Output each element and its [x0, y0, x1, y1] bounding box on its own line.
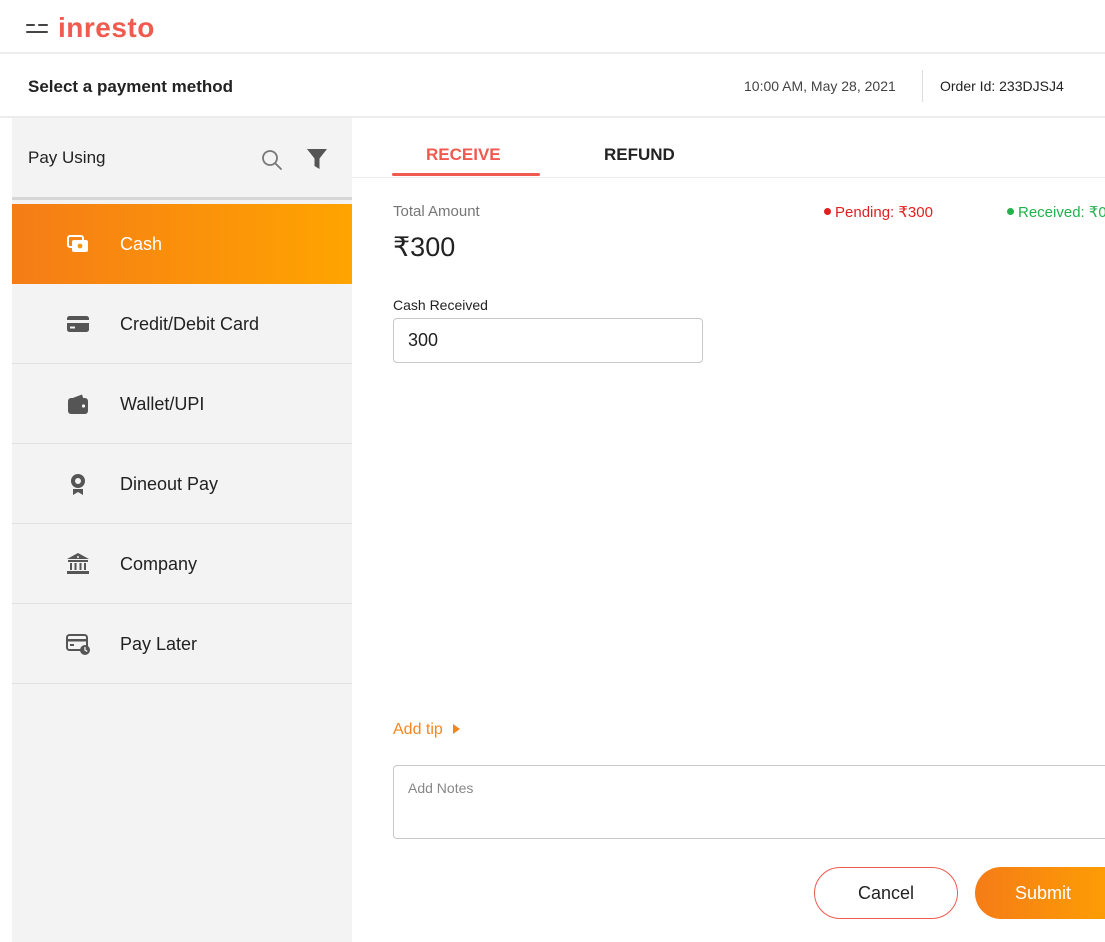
sidebar-item-label: Cash: [120, 234, 163, 254]
sidebar-item-label: Dineout Pay: [120, 474, 219, 494]
order-datetime: 10:00 AM, May 28, 2021: [744, 78, 896, 94]
submit-button[interactable]: Submit: [975, 867, 1105, 919]
search-icon[interactable]: [260, 148, 284, 172]
sidebar-item-card[interactable]: Credit/Debit Card: [12, 284, 352, 364]
dineout-icon: [71, 474, 85, 495]
tab-refund[interactable]: REFUND: [604, 145, 675, 165]
brand-logo: inresto: [58, 12, 155, 43]
sidebar-title: Pay Using: [28, 148, 106, 167]
cash-icon: [67, 235, 88, 252]
total-amount-value: ₹300: [393, 232, 456, 262]
received-text: Received: ₹0: [1018, 204, 1105, 221]
order-id: Order Id: 233DJSJ4: [940, 78, 1064, 94]
tab-receive[interactable]: RECEIVE: [426, 145, 501, 165]
add-tip-link[interactable]: Add tip: [393, 721, 460, 739]
sidebar-item-label: Pay Later: [120, 634, 198, 654]
top-bar: inresto: [0, 0, 1105, 54]
cancel-button[interactable]: Cancel: [814, 867, 958, 919]
header-divider: [922, 70, 923, 102]
sidebar-item-dineout[interactable]: Dineout Pay: [12, 444, 352, 524]
sidebar-item-label: Credit/Debit Card: [120, 314, 260, 334]
menu-icon[interactable]: [26, 22, 48, 36]
page-title: Select a payment method: [28, 77, 234, 96]
sidebar-item-wallet[interactable]: Wallet/UPI: [12, 364, 352, 444]
active-tab-indicator: [392, 173, 540, 176]
pay-later-icon: [66, 634, 90, 655]
payment-tabs: RECEIVE REFUND: [352, 118, 1105, 178]
notes-field[interactable]: [393, 765, 1105, 839]
total-amount-label: Total Amount: [393, 203, 480, 220]
wallet-icon: [68, 394, 88, 414]
pending-status: Pending: ₹300: [824, 203, 933, 221]
payment-method-sidebar: Pay Using Cash Credit/Debit Card Wallet/…: [12, 118, 352, 942]
received-dot-icon: [1007, 207, 1014, 215]
sidebar-item-company[interactable]: Company: [12, 524, 352, 604]
sidebar-item-cash[interactable]: Cash: [12, 204, 352, 284]
pending-dot-icon: [824, 207, 831, 215]
filter-icon[interactable]: [306, 148, 328, 170]
caret-right-icon: [452, 723, 460, 734]
card-icon: [67, 316, 89, 332]
bank-icon: [67, 553, 89, 574]
sidebar-item-label: Company: [120, 554, 198, 574]
cash-received-input[interactable]: [393, 318, 703, 363]
received-status: Received: ₹0: [1007, 203, 1105, 221]
pending-text: Pending: ₹300: [835, 204, 933, 221]
sidebar-item-pay-later[interactable]: Pay Later: [12, 604, 352, 684]
page-header: Select a payment method 10:00 AM, May 28…: [0, 56, 1105, 118]
sidebar-header: Pay Using: [12, 118, 352, 200]
sidebar-item-label: Wallet/UPI: [120, 394, 205, 414]
cash-received-label: Cash Received: [393, 297, 488, 313]
add-tip-label: Add tip: [393, 721, 443, 738]
